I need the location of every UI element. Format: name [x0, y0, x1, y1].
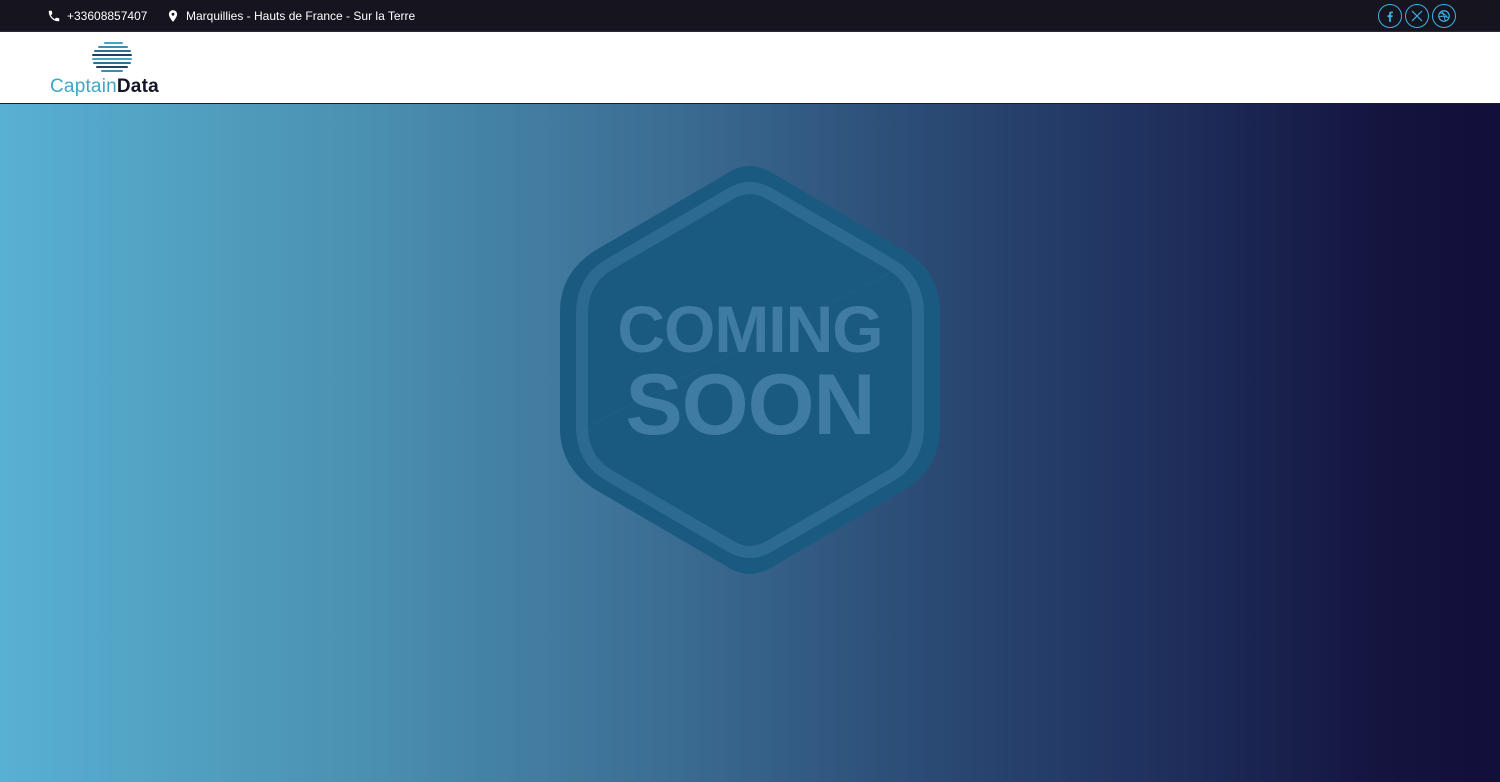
- dribbble-icon: [1438, 10, 1450, 22]
- facebook-icon: [1387, 11, 1393, 22]
- site-header: CaptainData: [0, 32, 1500, 104]
- captaindata-logo[interactable]: CaptainData: [50, 40, 174, 98]
- x-twitter-link[interactable]: [1405, 4, 1429, 28]
- logo-text-data: Data: [116, 76, 159, 97]
- location-text: Marquillies - Hauts de France - Sur la T…: [186, 9, 416, 23]
- hero-section: COMING SOON: [0, 104, 1500, 782]
- location-contact: Marquillies - Hauts de France - Sur la T…: [166, 0, 415, 32]
- top-bar: +33608857407 Marquillies - Hauts de Fran…: [0, 0, 1500, 32]
- badge-text-coming: COMING: [617, 292, 882, 366]
- logo-mark-icon: [92, 42, 132, 72]
- dribbble-link[interactable]: [1432, 4, 1456, 28]
- map-pin-icon: [166, 9, 180, 23]
- facebook-link[interactable]: [1378, 4, 1402, 28]
- phone-number: +33608857407: [67, 9, 148, 23]
- coming-soon-badge: COMING SOON: [560, 166, 940, 574]
- phone-contact[interactable]: +33608857407: [47, 0, 147, 32]
- social-links: [1378, 4, 1456, 28]
- x-twitter-icon: [1411, 10, 1423, 22]
- logo-text-captain: Captain: [50, 76, 117, 97]
- logo-wordmark: CaptainData: [50, 76, 159, 98]
- phone-icon: [47, 9, 61, 23]
- badge-text-soon: SOON: [625, 357, 874, 453]
